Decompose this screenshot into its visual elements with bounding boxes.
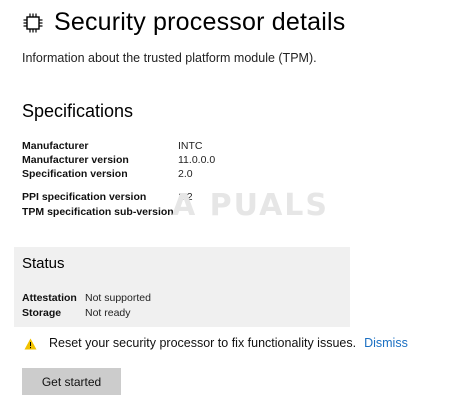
page-header: Security processor details (22, 8, 345, 37)
warning-banner: Reset your security processor to fix fun… (14, 327, 474, 359)
spec-label: Manufacturer version (22, 154, 129, 166)
status-label: Attestation (22, 292, 77, 304)
spec-value: INTC (178, 140, 203, 152)
spec-row-specification-version: Specification version 2.0 (22, 168, 322, 180)
spec-value: 11.0.0.0 (178, 154, 216, 166)
status-panel: Status Attestation Not supported Storage… (14, 247, 350, 327)
spec-row-manufacturer: Manufacturer INTC (22, 140, 322, 152)
status-row-storage: Storage Not ready (22, 307, 131, 319)
status-value: Not ready (85, 307, 131, 319)
chip-icon (22, 12, 44, 34)
spec-value: 2.0 (178, 168, 193, 180)
watermark-logo: A PUALS (172, 188, 330, 223)
specifications-heading: Specifications (22, 101, 134, 121)
spec-row-manufacturer-version: Manufacturer version 11.0.0.0 (22, 154, 322, 166)
status-heading: Status (22, 255, 65, 272)
page-title: Security processor details (54, 8, 346, 36)
spec-label: Manufacturer (22, 140, 89, 152)
status-value: Not supported (85, 292, 151, 304)
status-row-attestation: Attestation Not supported (22, 292, 151, 304)
spec-label: TPM specification sub-version (22, 206, 174, 218)
spec-label: PPI specification version (22, 191, 147, 203)
spec-label: Specification version (22, 168, 128, 180)
warning-icon (24, 337, 37, 350)
dismiss-link[interactable]: Dismiss (364, 336, 408, 350)
warning-message: Reset your security processor to fix fun… (49, 336, 357, 350)
security-processor-page: Security processor details Information a… (0, 0, 474, 406)
status-label: Storage (22, 307, 62, 319)
page-subtitle: Information about the trusted platform m… (22, 51, 317, 65)
get-started-button[interactable]: Get started (22, 368, 121, 395)
